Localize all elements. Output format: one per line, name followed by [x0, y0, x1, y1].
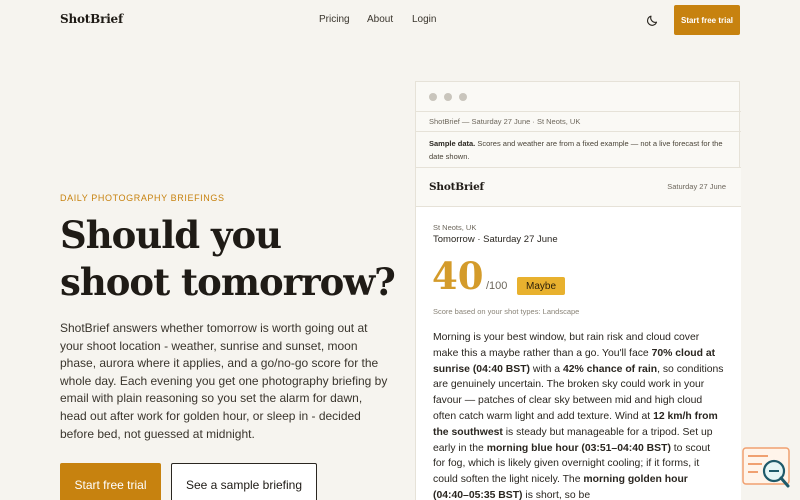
notice-label: Sample data. — [429, 139, 476, 148]
hero-eyebrow: DAILY PHOTOGRAPHY BRIEFINGS — [60, 193, 225, 203]
sample-data-notice: Sample data. Scores and weather are from… — [429, 137, 734, 163]
nav-link-about[interactable]: About — [367, 14, 393, 25]
nav-link-pricing[interactable]: Pricing — [319, 14, 350, 25]
help-widget-icon[interactable] — [742, 446, 792, 490]
location: St Neots, UK — [433, 223, 477, 232]
email-preview-window: ShotBrief — Saturday 27 June · St Neots,… — [415, 81, 741, 500]
email-date: Saturday 27 June — [667, 182, 726, 191]
briefing-text: Morning is your best window, but rain ri… — [433, 330, 725, 500]
email-brand: ShotBrief — [429, 181, 484, 193]
briefing-highlight: morning blue hour (03:51–04:40 BST) — [486, 442, 671, 454]
sample-briefing-button[interactable]: See a sample briefing — [171, 463, 317, 500]
moon-icon[interactable] — [646, 13, 660, 27]
email-body: St Neots, UK Tomorrow · Saturday 27 June… — [416, 206, 741, 500]
brand-logo[interactable]: ShotBrief — [60, 12, 123, 26]
nav-start-trial-button[interactable]: Start free trial — [674, 5, 740, 35]
score-note: Score based on your shot types: Landscap… — [433, 307, 580, 316]
verdict-badge: Maybe — [517, 277, 565, 295]
briefing-segment: with a — [530, 363, 563, 375]
start-trial-button[interactable]: Start free trial — [60, 463, 161, 500]
score-max: /100 — [486, 280, 508, 292]
briefing-segment: is short, so be — [522, 489, 591, 500]
email-subject: ShotBrief — Saturday 27 June · St Neots,… — [429, 117, 581, 126]
briefing-highlight: 42% chance of rain — [562, 363, 658, 375]
nav-link-login[interactable]: Login — [412, 14, 436, 25]
forecast-day: Tomorrow · Saturday 27 June — [433, 234, 558, 245]
hero-headline: Should you shoot tomorrow? — [60, 213, 396, 304]
hero-description: ShotBrief answers whether tomorrow is wo… — [60, 321, 388, 441]
top-nav: ShotBrief Pricing About Login Start free… — [0, 0, 800, 40]
score-value: 40 — [432, 254, 484, 298]
divider — [416, 111, 741, 112]
divider — [416, 131, 741, 132]
